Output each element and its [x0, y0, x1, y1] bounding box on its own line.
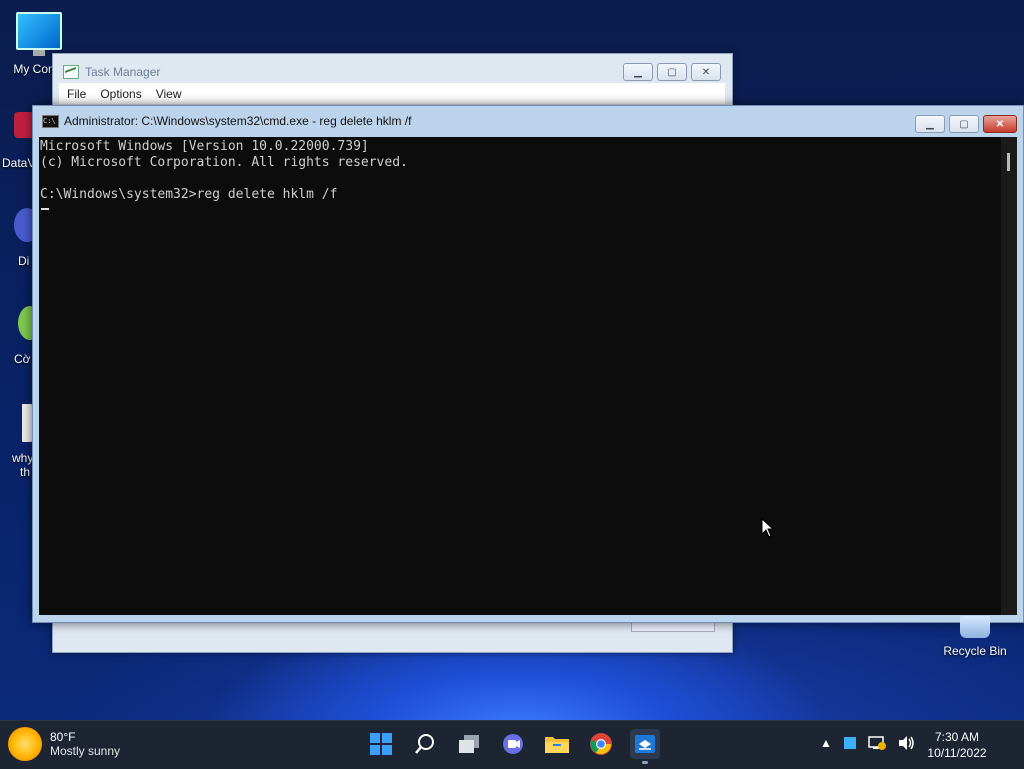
weather-sun-icon — [8, 727, 42, 761]
task-manager-title: Task Manager — [85, 65, 161, 79]
desktop: My Comp DataV Di Cờ why th Task Manager … — [0, 0, 1024, 720]
chevron-up-icon[interactable]: ▲ — [820, 736, 832, 750]
store-icon — [635, 735, 655, 753]
cmd-titlebar[interactable]: C:\ Administrator: C:\Windows\system32\c… — [33, 106, 1023, 136]
cmd-taskbar-button[interactable] — [630, 729, 660, 764]
cmd-window[interactable]: C:\ Administrator: C:\Windows\system32\c… — [32, 105, 1024, 623]
chat-button[interactable] — [498, 729, 528, 759]
weather-widget[interactable]: 80°F Mostly sunny — [8, 727, 120, 761]
system-tray: ▲ — [820, 735, 916, 751]
menu-options[interactable]: Options — [100, 87, 141, 101]
start-button[interactable] — [366, 729, 396, 759]
maximize-icon: ▢ — [667, 66, 677, 78]
minimize-icon: ▁ — [634, 66, 642, 78]
desktop-icon-label: Recycle Bin — [943, 644, 1007, 658]
close-icon: ✕ — [701, 66, 711, 78]
text-cursor — [41, 208, 49, 210]
close-button[interactable]: ✕ — [983, 115, 1017, 133]
search-button[interactable] — [410, 729, 440, 759]
desktop-icon-label: DataV — [2, 156, 36, 170]
console-line: C:\Windows\system32>reg delete hklm /f — [40, 187, 338, 202]
document-icon — [22, 404, 32, 442]
chat-icon — [503, 734, 523, 754]
desktop-icon-label: Cờ — [14, 352, 31, 366]
clock-time: 7:30 AM — [934, 730, 980, 744]
chrome-icon — [590, 733, 612, 755]
minimize-button[interactable]: ▁ — [623, 63, 653, 81]
file-explorer-icon — [545, 737, 569, 753]
desktop-icon-label: Di — [18, 254, 30, 268]
taskbar: 80°F Mostly sunny ▲ 7:30 AM 10/11/2022 — [0, 720, 1024, 769]
close-icon: ✕ — [995, 118, 1005, 130]
cmd-title: Administrator: C:\Windows\system32\cmd.e… — [64, 114, 412, 128]
menu-view[interactable]: View — [156, 87, 182, 101]
desktop-icon-recycle-bin[interactable]: Recycle Bin — [940, 616, 1010, 658]
taskbar-apps — [366, 729, 660, 764]
weather-temperature: 80°F — [50, 730, 76, 744]
search-icon — [415, 734, 434, 754]
desktop-icon-label: th — [20, 465, 31, 479]
console-line: (c) Microsoft Corporation. All rights re… — [40, 155, 408, 170]
menu-file[interactable]: File — [67, 87, 86, 101]
maximize-button[interactable]: ▢ — [657, 63, 687, 81]
recycle-bin-icon — [960, 616, 990, 638]
task-view-button[interactable] — [454, 729, 484, 759]
minimize-icon: ▁ — [926, 118, 934, 130]
app-icon — [14, 112, 34, 138]
clock-date: 10/11/2022 — [927, 746, 987, 760]
cmd-icon: C:\ — [42, 114, 59, 128]
close-button[interactable]: ✕ — [691, 63, 721, 81]
task-manager-icon — [63, 65, 79, 79]
volume-icon[interactable] — [898, 735, 916, 751]
minimize-button[interactable]: ▁ — [915, 115, 945, 133]
console-output[interactable]: Microsoft Windows [Version 10.0.22000.73… — [39, 137, 1001, 615]
start-icon — [370, 733, 392, 755]
network-icon[interactable] — [868, 735, 886, 751]
maximize-icon: ▢ — [959, 118, 969, 130]
mouse-pointer-icon — [761, 518, 775, 538]
scrollbar-thumb[interactable] — [1007, 153, 1010, 171]
weather-description: Mostly sunny — [50, 744, 121, 758]
vertical-scrollbar[interactable] — [1001, 137, 1017, 615]
task-manager-window-controls: ▁ ▢ ✕ — [623, 63, 721, 81]
desktop-icon-label: why — [12, 451, 34, 465]
task-manager-menubar: File Options View — [59, 83, 725, 104]
clock[interactable]: 7:30 AM 10/11/2022 — [922, 729, 992, 761]
app-tray-icon[interactable] — [843, 737, 856, 749]
task-view-icon — [459, 735, 479, 753]
console-line: Microsoft Windows [Version 10.0.22000.73… — [40, 139, 369, 154]
cmd-window-controls: ▁ ▢ ✕ — [915, 115, 1017, 133]
chrome-button[interactable] — [586, 729, 616, 759]
monitor-icon — [16, 12, 62, 56]
maximize-button[interactable]: ▢ — [949, 115, 979, 133]
file-explorer-button[interactable] — [542, 729, 572, 759]
